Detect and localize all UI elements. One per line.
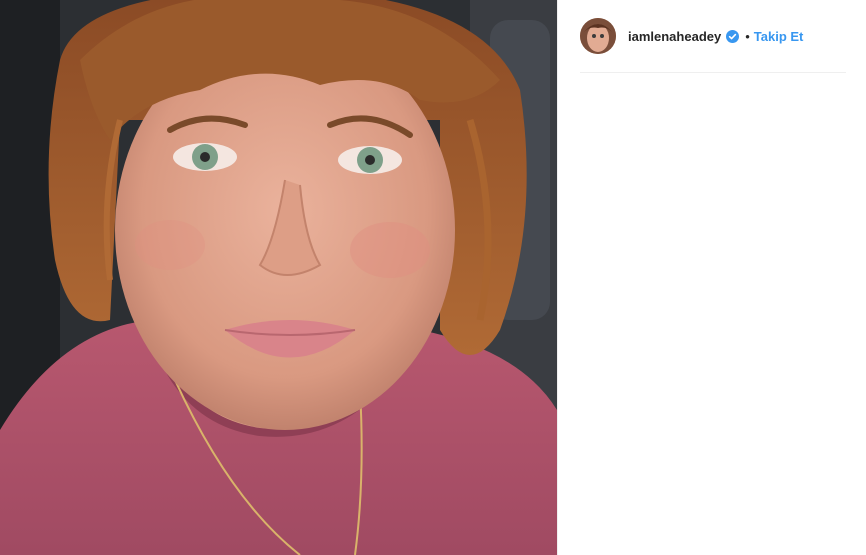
instagram-post: iamlenaheadey • Takip Et (0, 0, 866, 555)
post-header: iamlenaheadey • Takip Et (580, 0, 846, 73)
post-photo[interactable] (0, 0, 557, 555)
username-link[interactable]: iamlenaheadey (628, 29, 721, 44)
verified-badge-icon (726, 29, 740, 43)
follow-button[interactable]: Takip Et (754, 29, 804, 44)
avatar[interactable] (580, 18, 616, 54)
selfie-image (0, 0, 557, 555)
separator-dot: • (745, 28, 750, 44)
post-sidebar: iamlenaheadey • Takip Et (557, 0, 866, 555)
